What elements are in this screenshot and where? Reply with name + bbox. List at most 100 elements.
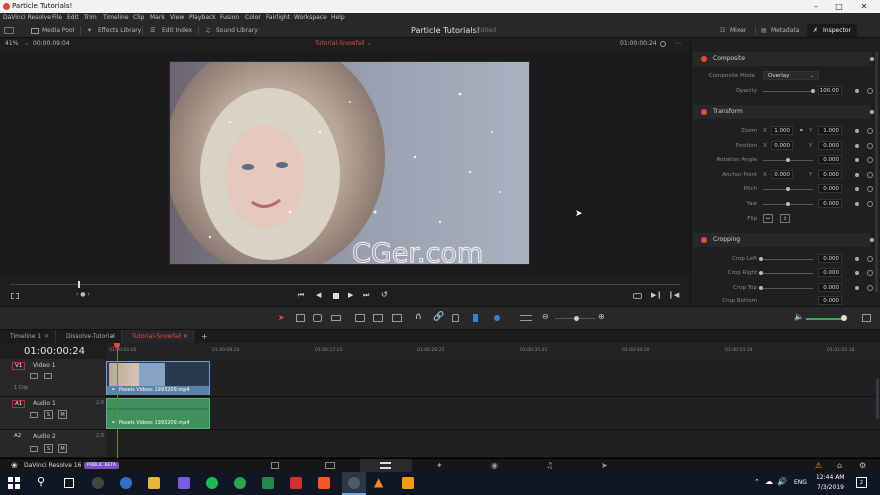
menu-davinci-resolve[interactable]: DaVinci Resolve xyxy=(3,13,51,23)
loop-icon[interactable]: ↺ xyxy=(381,290,388,299)
mute-button[interactable]: M xyxy=(58,444,67,453)
track-name-v1[interactable]: Video 1 xyxy=(33,362,56,369)
crop-top-keyframe-icon[interactable] xyxy=(855,286,859,290)
sheets-app-icon[interactable] xyxy=(234,477,246,489)
cropping-reset-icon[interactable] xyxy=(870,238,874,242)
auto-select-icon[interactable] xyxy=(44,373,52,379)
tab-close-icon[interactable]: ✕ xyxy=(110,330,115,343)
tab-close-icon[interactable]: ✕ xyxy=(183,330,188,343)
crop-right-field[interactable]: 0.000 xyxy=(818,268,842,277)
yaw-keyframe-icon[interactable] xyxy=(855,202,859,206)
timeline-zoom-knob[interactable] xyxy=(574,316,579,321)
timeline-dropdown-icon[interactable]: ⌄ xyxy=(367,38,372,50)
crop-left-reset-icon[interactable] xyxy=(867,256,873,262)
menu-edit[interactable]: Edit xyxy=(67,13,79,23)
anchor-keyframe-icon[interactable] xyxy=(855,173,859,177)
link-icon[interactable]: ⚭ xyxy=(799,125,804,137)
transform-reset-icon[interactable] xyxy=(870,110,874,114)
orange-app-icon[interactable] xyxy=(402,477,414,489)
more-options-icon[interactable]: ⋯ xyxy=(675,38,681,50)
position-y-field[interactable]: 0.000 xyxy=(818,141,842,150)
opacity-slider[interactable] xyxy=(763,91,813,92)
transform-section-header[interactable]: Transform xyxy=(693,105,874,119)
anchor-x-field[interactable]: 0.000 xyxy=(771,170,793,179)
opacity-reset-icon[interactable] xyxy=(867,88,873,94)
crop-right-slider[interactable] xyxy=(763,273,813,274)
stop-icon[interactable] xyxy=(333,293,339,299)
network-icon[interactable]: ☁ xyxy=(765,477,773,486)
pitch-field[interactable]: 0.000 xyxy=(818,184,842,193)
menu-playback[interactable]: Playback xyxy=(189,13,216,23)
view-options-icon[interactable] xyxy=(11,293,19,299)
language-indicator[interactable]: ENG xyxy=(794,479,807,486)
notifications-icon[interactable]: 2 xyxy=(856,477,867,488)
timeline-name[interactable]: Tutorial-Snowfall xyxy=(315,38,365,50)
speaker-icon[interactable]: 🔊 xyxy=(777,477,787,486)
replace-clip-icon[interactable] xyxy=(392,314,402,322)
crop-top-field[interactable]: 0.000 xyxy=(818,283,842,292)
composite-enable-icon[interactable] xyxy=(701,56,707,62)
cropping-enable-icon[interactable] xyxy=(701,237,707,243)
windows-start-icon[interactable] xyxy=(8,477,20,489)
color-page-icon[interactable]: ◉ xyxy=(491,461,498,470)
pdf-app-icon[interactable] xyxy=(290,477,302,489)
crop-left-keyframe-icon[interactable] xyxy=(855,257,859,261)
fusion-page-icon[interactable]: ✦ xyxy=(436,461,443,470)
full-extent-zoom-icon[interactable] xyxy=(520,315,532,321)
position-keyframe-icon[interactable] xyxy=(855,144,859,148)
anchor-reset-icon[interactable] xyxy=(867,172,873,178)
menu-fairlight[interactable]: Fairlight xyxy=(266,13,290,23)
menu-file[interactable]: File xyxy=(52,13,62,23)
solo-button[interactable]: S xyxy=(44,444,53,453)
edit-page-tab[interactable] xyxy=(360,459,412,473)
opacity-knob[interactable] xyxy=(811,89,815,93)
viewer-zoom[interactable]: 41% xyxy=(5,38,18,50)
task-view-icon[interactable] xyxy=(64,478,74,488)
composite-section-header[interactable]: Composite xyxy=(693,52,874,66)
sync-icon[interactable] xyxy=(660,41,666,47)
media-pool-button[interactable]: Media Pool xyxy=(42,23,74,38)
yaw-reset-icon[interactable] xyxy=(867,201,873,207)
maximize-icon[interactable]: □ xyxy=(828,0,850,13)
play-icon[interactable]: ▶ xyxy=(348,291,353,299)
tray-chevron-icon[interactable]: ⌃ xyxy=(754,478,760,486)
zoom-x-field[interactable]: 1.000 xyxy=(771,126,793,135)
marker-icon[interactable] xyxy=(494,315,500,321)
warning-icon[interactable]: ⚠ xyxy=(815,461,822,470)
menu-timeline[interactable]: Timeline xyxy=(103,13,129,23)
search-icon[interactable]: ⚲ xyxy=(37,475,45,488)
zoom-out-icon[interactable]: ⊖ xyxy=(542,312,549,321)
menu-fusion[interactable]: Fusion xyxy=(220,13,239,23)
next-edit-icon[interactable]: ▶❙ xyxy=(651,291,662,299)
overwrite-clip-icon[interactable] xyxy=(373,314,383,322)
volume-icon[interactable]: 🔈 xyxy=(794,312,804,321)
metadata-button[interactable]: Metadata xyxy=(771,23,799,38)
nav-dots-icon[interactable]: ‹ ● › xyxy=(76,291,90,298)
sound-library-button[interactable]: Sound Library xyxy=(216,23,258,38)
volume-slider[interactable] xyxy=(806,318,844,320)
lock-track-icon[interactable] xyxy=(30,412,38,418)
selection-tool-icon[interactable]: ➤ xyxy=(278,313,285,322)
go-to-start-icon[interactable]: ⏮ xyxy=(298,291,304,300)
brave-app-icon[interactable] xyxy=(318,477,330,489)
crop-top-reset-icon[interactable] xyxy=(867,285,873,291)
audio-clip[interactable]: ⚭ Pexels Videos 1993209.mp4 xyxy=(106,398,210,429)
track-name-a1[interactable]: Audio 1 xyxy=(33,400,56,407)
flip-horizontal-icon[interactable]: ↔ xyxy=(763,214,773,223)
dynamic-trim-icon[interactable] xyxy=(313,314,322,322)
menu-clip[interactable]: Clip xyxy=(133,13,144,23)
add-timeline-icon[interactable]: + xyxy=(201,330,208,343)
opacity-keyframe-icon[interactable] xyxy=(855,89,859,93)
pitch-knob[interactable] xyxy=(786,187,790,191)
edit-index-button[interactable]: Edit Index xyxy=(162,23,192,38)
lock-track-icon[interactable] xyxy=(30,373,38,379)
meters-icon[interactable] xyxy=(862,314,871,322)
edge-app-icon[interactable] xyxy=(120,477,132,489)
mixer-button[interactable]: Mixer xyxy=(730,23,746,38)
rotation-reset-icon[interactable] xyxy=(867,157,873,163)
tab-timeline-1[interactable]: Timeline 1 ✕ xyxy=(0,330,56,343)
playhead-line[interactable] xyxy=(117,343,118,458)
menu-view[interactable]: View xyxy=(170,13,184,23)
snapping-icon[interactable]: ∩ xyxy=(415,312,422,322)
go-to-end-icon[interactable]: ⏭ xyxy=(363,291,369,300)
